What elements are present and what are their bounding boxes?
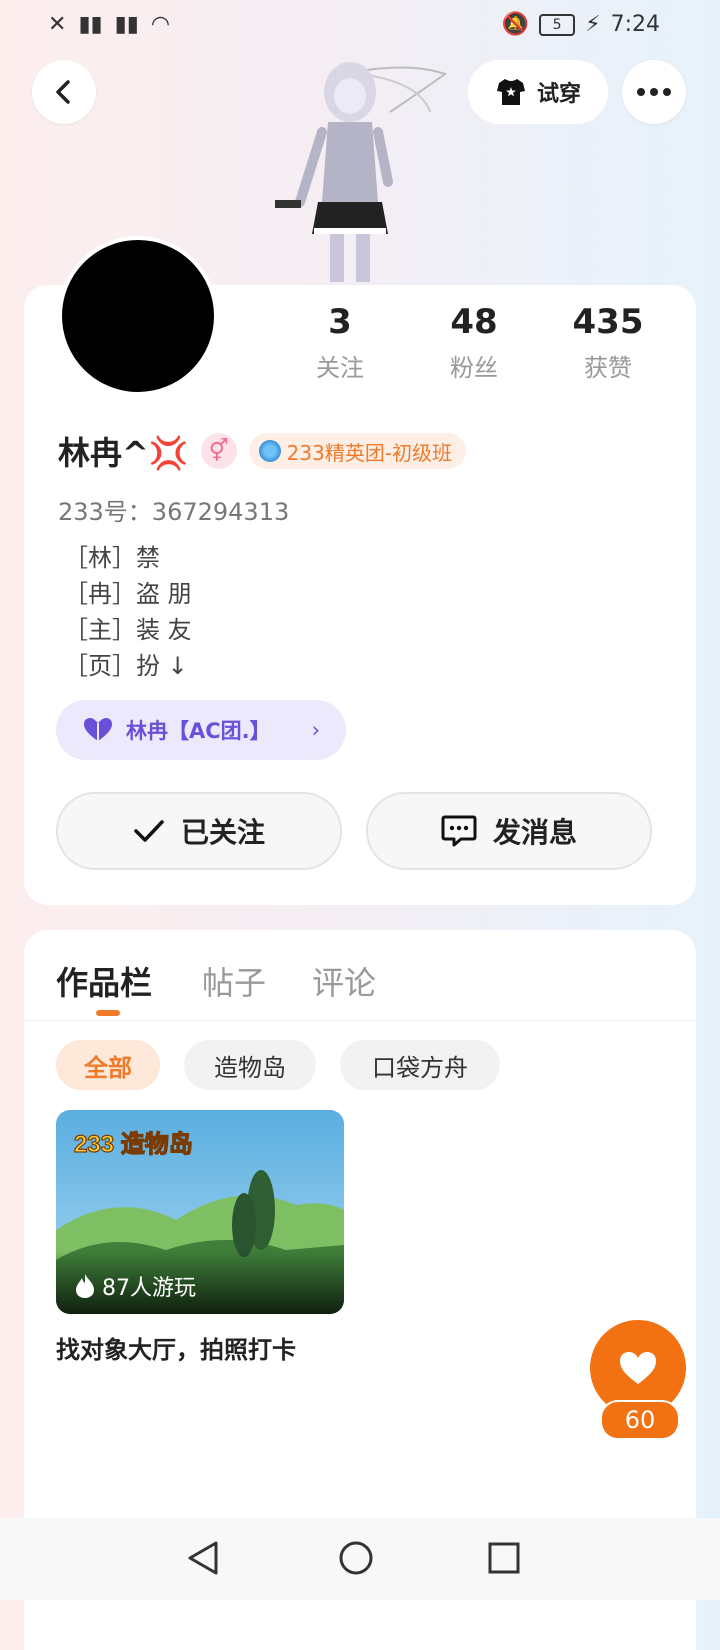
try-on-button[interactable]: 试穿 [468, 60, 608, 124]
play-count: 87人游玩 [74, 1270, 196, 1302]
stat-likes[interactable]: 435 获赞 [548, 302, 668, 383]
badge-medal-icon [258, 440, 281, 462]
nav-home-icon[interactable] [338, 1540, 374, 1576]
stat-followers[interactable]: 48 粉丝 [414, 302, 534, 383]
followers-label: 粉丝 [450, 354, 498, 382]
bio: ［林］禁 ［冉］盗 朋 ［主］装 友 ［页］扮 ↓ [64, 540, 192, 684]
signal-icon: ▮▮ [78, 12, 103, 37]
character-avatar[interactable] [270, 52, 450, 284]
username: 林冉^💢 [58, 434, 189, 472]
shirt-icon [496, 79, 525, 105]
group-label: 林冉【AC团.】 [126, 719, 271, 743]
charging-icon: ⚡ [585, 12, 601, 37]
filter-all[interactable]: 全部 [56, 1040, 160, 1090]
tab-posts[interactable]: 帖子 [202, 958, 266, 1004]
check-icon [134, 820, 164, 842]
try-on-label: 试穿 [536, 82, 581, 107]
more-icon [637, 88, 671, 96]
nav-recents-icon[interactable] [488, 1542, 520, 1574]
following-label: 关注 [316, 354, 364, 382]
followed-button[interactable]: 已关注 [56, 792, 342, 870]
gender-icon: ⚥ [200, 433, 237, 469]
more-button[interactable] [622, 60, 686, 124]
like-count: 60 [600, 1400, 680, 1440]
followed-label: 已关注 [180, 816, 265, 849]
tab-indicator [96, 1010, 120, 1016]
bio-line: ［主］装 友 [64, 616, 192, 644]
name-row: 林冉^💢 ⚥ 233精英团-初级班 [58, 428, 467, 474]
likes-count: 435 [572, 302, 644, 342]
message-button[interactable]: 发消息 [366, 792, 652, 870]
message-label: 发消息 [492, 816, 577, 849]
badge-label: 233精英团-初级班 [286, 440, 453, 465]
followers-count: 48 [450, 302, 498, 342]
thumbnail-logo: 233 造物岛 [74, 1130, 193, 1158]
user-id: 233号：367294313 [58, 498, 290, 526]
double-heart-icon [84, 718, 112, 741]
avatar[interactable] [58, 236, 218, 396]
signal-icons: ✕ ▮▮ ▮▮ ◠ [48, 12, 170, 37]
wifi-icon: ◠ [150, 12, 171, 37]
tab-comments[interactable]: 评论 [312, 958, 376, 1004]
flame-icon [76, 1274, 94, 1298]
play-count-label: 87人游玩 [102, 1276, 196, 1301]
title-badge[interactable]: 233精英团-初级班 [248, 433, 467, 469]
battery-icon: 5 [539, 13, 576, 36]
stat-following[interactable]: 3 关注 [280, 302, 400, 383]
filter-pocket-ark[interactable]: 口袋方舟 [340, 1040, 500, 1090]
likes-label: 获赞 [584, 354, 632, 382]
group-link[interactable]: 林冉【AC团.】 › [56, 700, 346, 760]
following-count: 3 [328, 302, 352, 342]
chevron-right-icon: › [311, 718, 320, 742]
tab-works[interactable]: 作品栏 [56, 958, 152, 1004]
back-arrow-icon [56, 80, 70, 104]
heart-icon [620, 1352, 656, 1384]
nav-back-icon[interactable] [186, 1540, 220, 1576]
back-button[interactable] [32, 60, 96, 124]
bio-line: ［林］禁 [64, 544, 160, 572]
clock: 7:24 [610, 12, 660, 37]
bio-line: ［页］扮 ↓ [64, 652, 188, 680]
divider [24, 1020, 696, 1021]
missed-call-icon: ✕ [48, 12, 67, 37]
bio-line: ［冉］盗 朋 [64, 580, 192, 608]
filter-creation-island[interactable]: 造物岛 [184, 1040, 316, 1090]
status-bar: ✕ ▮▮ ▮▮ ◠ 🔕 5 ⚡ 7:24 [0, 0, 720, 50]
mute-icon: 🔕 [501, 12, 530, 37]
work-title[interactable]: 找对象大厅，拍照打卡 [56, 1330, 296, 1365]
signal-icon-2: ▮▮ [114, 12, 139, 37]
system-nav-bar [0, 1518, 720, 1600]
chat-bubble-icon [441, 815, 477, 847]
